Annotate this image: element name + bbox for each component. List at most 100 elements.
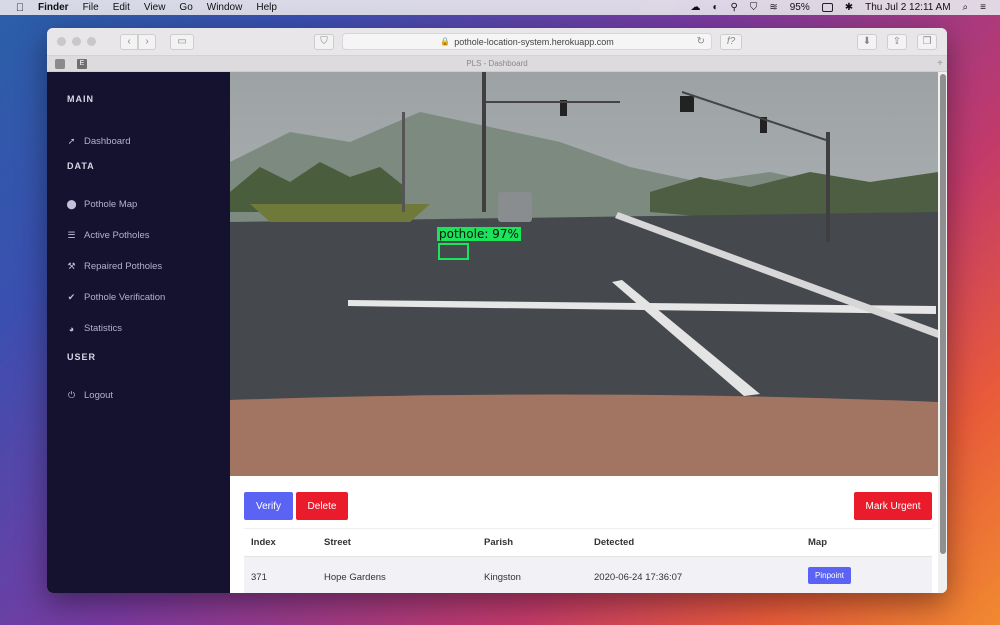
browser-window: ‹ › ▭ ⛉ 🔒 pothole-location-system.heroku… [47,28,947,593]
cell-parish: Kingston [484,571,521,583]
detection-box [438,243,469,260]
tabs-icon: ❐ [922,36,932,47]
sidebar: MAIN ➚ Dashboard DATA ⬤ Pothole Map ☰ Ac… [47,72,230,593]
sidebar-item-dashboard[interactable]: ➚ Dashboard [67,126,230,157]
menu-file[interactable]: File [83,2,99,13]
table-row[interactable]: 371 Hope Gardens Kingston 2020-06-24 17:… [244,557,932,593]
pie-chart-icon: ◕ [68,323,75,334]
sidebar-item-active-potholes[interactable]: ☰ Active Potholes [67,220,230,251]
clipboard-check-icon: ✔ [67,292,76,302]
verify-button[interactable]: Verify [244,492,293,520]
sidebar-item-logout[interactable]: ⏻ Logout [67,380,230,411]
share-icon: ⇪ [892,36,902,47]
distant-car [498,192,532,222]
close-window-button[interactable] [57,37,66,46]
share-button[interactable]: ⇪ [887,33,907,50]
back-button[interactable]: ‹ [120,33,138,50]
wrench-icon: ⚒ [67,261,76,271]
sidebar-item-pothole-verification[interactable]: ✔ Pothole Verification [67,282,230,313]
car-hood [230,394,938,476]
web-page: MAIN ➚ Dashboard DATA ⬤ Pothole Map ☰ Ac… [47,72,947,593]
sidebar-item-label: Pothole Verification [84,292,166,303]
window-controls [57,37,102,46]
sidebar-item-repaired-potholes[interactable]: ⚒ Repaired Potholes [67,251,230,282]
column-header-parish[interactable]: Parish [484,537,594,548]
battery-icon[interactable] [821,3,833,12]
pinpoint-button[interactable]: Pinpoint [808,567,851,584]
pole-1 [482,72,486,212]
battery-percent: 95% [789,2,810,13]
shield-icon[interactable]: ⛉ [750,2,758,13]
scrollbar-thumb[interactable] [940,74,946,554]
sidebar-item-pothole-map[interactable]: ⬤ Pothole Map [66,189,230,220]
sidebar-heading-main: MAIN [67,94,94,104]
pole-2 [826,132,830,242]
bluetooth-icon[interactable]: ✱ [845,2,853,13]
zoom-window-button[interactable] [87,37,96,46]
traffic-light-2 [680,96,694,112]
history-nav: ‹ › [120,33,156,50]
table-header: Index Street Parish Detected Map [244,528,932,557]
apple-menu-icon[interactable]:  [10,2,30,14]
shield-icon: ⛉ [320,36,328,47]
privacy-report-button[interactable]: ⛉ [314,33,334,50]
sidebar-heading-user: USER [67,352,97,362]
cell-detected: 2020-06-24 17:36:07 [594,571,683,583]
sidebar-icon: ▭ [177,36,187,47]
sidebar-item-label: Active Potholes [84,230,150,241]
sidebar-heading-data: DATA [67,161,95,171]
column-header-index[interactable]: Index [244,537,324,548]
address-bar[interactable]: 🔒 pothole-location-system.herokuapp.com … [342,33,712,50]
sidebar-item-statistics[interactable]: ◕ Statistics [67,313,230,344]
spotlight-search-icon[interactable]: ⌕ [963,2,969,13]
tab-bar: E PLS - Dashboard + [47,56,947,72]
sidebar-item-label: Repaired Potholes [84,261,163,272]
downloads-button[interactable]: ⬇ [857,33,877,50]
toolbar-right: ⬇ ⇪ ❐ [847,33,937,50]
menu-help[interactable]: Help [256,2,277,13]
browser-toolbar: ‹ › ▭ ⛉ 🔒 pothole-location-system.heroku… [47,28,947,56]
menu-edit[interactable]: Edit [113,2,130,13]
mark-urgent-button[interactable]: Mark Urgent [854,492,932,520]
column-header-detected[interactable]: Detected [594,537,808,548]
wifi-icon[interactable]: ≋ [769,2,777,13]
menu-window[interactable]: Window [207,2,243,13]
moon-icon[interactable]: ◐ [712,2,718,13]
menu-view[interactable]: View [144,2,166,13]
sidebar-item-label: Logout [84,390,114,401]
extension-button[interactable]: f? [720,33,742,50]
pin-icon[interactable]: ⚲ [731,2,738,13]
rocket-icon: ➚ [67,136,76,146]
minimize-window-button[interactable] [72,37,81,46]
map-marker-icon: ⬤ [66,199,77,209]
sidebar-item-label: Statistics [84,323,123,334]
tabs-overview-button[interactable]: ❐ [917,33,937,50]
sidebar-item-label: Dashboard [84,136,131,147]
database-icon: ☰ [67,230,76,240]
menu-finder[interactable]: Finder [38,2,69,13]
main-content: pothole: 97% Verify Delete Mark Urgent I… [230,72,947,593]
action-bar: Verify Delete Mark Urgent [230,476,938,536]
page-scrollbar[interactable] [938,72,947,593]
pole-3 [402,112,405,212]
menu-clock[interactable]: Thu Jul 2 12:11 AM [865,2,950,13]
new-tab-icon[interactable]: + [937,58,943,69]
macos-menu-bar:  Finder File Edit View Go Window Help ☁… [0,0,1000,15]
status-tray: ☁ ◐ ⚲ ⛉ ≋ 95% ✱ Thu Jul 2 12:11 AM ⌕ ≡ [678,2,986,13]
cloud-icon[interactable]: ☁ [690,2,700,13]
delete-button[interactable]: Delete [296,492,348,520]
reload-icon[interactable]: ↻ [697,36,705,47]
cell-street: Hope Gardens [324,571,386,583]
column-header-street[interactable]: Street [324,537,484,548]
forward-button[interactable]: › [138,33,156,50]
control-center-icon[interactable]: ≡ [980,2,986,13]
detection-label: pothole: 97% [437,227,521,241]
cell-map: Pinpoint [808,567,932,584]
chevron-right-icon: › [145,36,149,47]
menu-go[interactable]: Go [179,2,192,13]
column-header-map[interactable]: Map [808,537,932,548]
dashcam-image: pothole: 97% [230,72,938,476]
sidebar-toggle-button[interactable]: ▭ [170,33,194,50]
tab-title[interactable]: PLS - Dashboard [47,59,947,68]
sidebar-item-label: Pothole Map [84,199,138,210]
